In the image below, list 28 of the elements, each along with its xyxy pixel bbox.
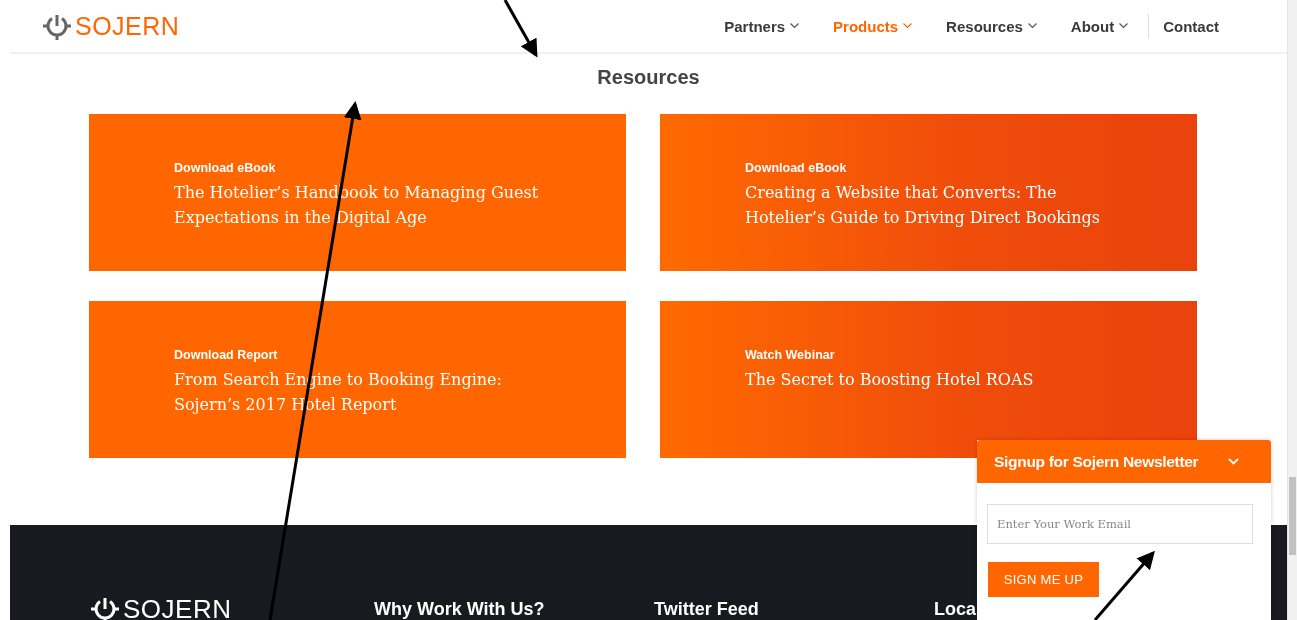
nav-link[interactable]: Products xyxy=(833,17,913,35)
chevron-down-icon[interactable] xyxy=(1228,458,1239,465)
nav-link[interactable]: About xyxy=(1070,17,1129,35)
footer-heading: Twitter Feed xyxy=(654,598,760,620)
resource-type: Watch Webinar xyxy=(745,348,835,362)
annotation-arrow xyxy=(503,0,538,58)
logo-icon xyxy=(91,595,119,620)
sign-up-button[interactable]: SIGN ME UP xyxy=(988,562,1099,597)
nav-link[interactable]: Contact xyxy=(1163,17,1219,35)
newsletter-header[interactable]: Signup for Sojern Newsletter xyxy=(977,440,1271,483)
footer-heading: Loca xyxy=(934,598,977,620)
resource-title[interactable]: Creating a Website that Converts: The Hotelier’s Guide to Driving Direct Bookings xyxy=(745,180,1115,230)
logo-wordmark[interactable]: SOJERN xyxy=(75,11,180,41)
nav-link[interactable]: Partners xyxy=(724,17,800,35)
scrollbar-thumb[interactable] xyxy=(1289,477,1296,555)
annotation-arrow xyxy=(1093,550,1155,620)
resource-type: Download eBook xyxy=(745,161,847,175)
resource-title[interactable]: The Secret to Boosting Hotel ROAS xyxy=(745,367,1115,392)
resource-type: Download Report xyxy=(174,348,278,362)
nav-link[interactable]: Resources xyxy=(946,17,1037,35)
resource-card[interactable]: Download eBook Creating a Website that Converts: The Hotelier’s Guide to Driving Direct Bookings xyxy=(660,114,1197,271)
email-field[interactable]: Enter Your Work Email xyxy=(987,504,1253,544)
footer-heading: Why Work With Us? xyxy=(374,598,546,620)
section-title: Resources xyxy=(597,66,700,88)
resource-type: Download eBook xyxy=(174,161,276,175)
footer-logo-wordmark[interactable]: SOJERN xyxy=(123,596,232,620)
logo-icon xyxy=(43,12,71,40)
scrollbar[interactable] xyxy=(1287,0,1297,620)
